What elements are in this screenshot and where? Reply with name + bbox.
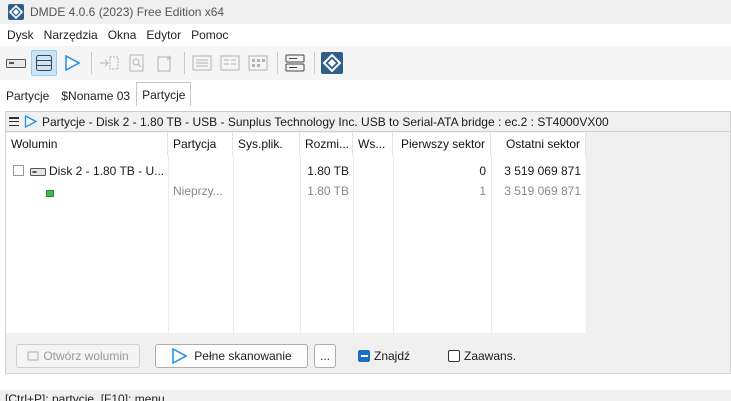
open-volume-icon bbox=[27, 351, 39, 361]
full-scan-label: Pełne skanowanie bbox=[194, 349, 292, 363]
play-icon bbox=[65, 55, 80, 71]
row-partycja: Nieprzy... bbox=[173, 184, 223, 198]
partitions-button[interactable] bbox=[31, 50, 57, 76]
dmde-app-icon bbox=[8, 4, 24, 20]
tab-partycje-active[interactable]: Partycje bbox=[136, 82, 192, 106]
col-header-partycja[interactable]: Partycja bbox=[168, 133, 233, 155]
find-checkbox[interactable]: Znajdź bbox=[358, 349, 410, 363]
view-icons-button[interactable] bbox=[245, 50, 271, 76]
panel-header: Partycje - Disk 2 - 1.80 TB - USB - Sunp… bbox=[6, 112, 730, 132]
list-view-icon bbox=[220, 55, 240, 71]
menu-dysk[interactable]: Dysk bbox=[2, 28, 39, 42]
row-rozmiar: 1.80 TB bbox=[307, 184, 349, 198]
dmde-logo-icon bbox=[321, 52, 343, 74]
col-header-ws[interactable]: Ws... bbox=[353, 133, 393, 155]
col-divider bbox=[168, 155, 169, 333]
col-header-wolumin[interactable]: Wolumin bbox=[6, 133, 168, 155]
col-header-sysplik[interactable]: Sys.plik. bbox=[233, 133, 300, 155]
row-wolumin: Disk 2 - 1.80 TB - U... bbox=[49, 164, 165, 178]
toolbar-separator bbox=[91, 52, 92, 74]
col-divider bbox=[233, 155, 234, 333]
new-document-icon bbox=[157, 55, 172, 72]
find-checkbox-label: Znajdź bbox=[374, 349, 411, 363]
icons-view-icon bbox=[248, 55, 268, 71]
partitions-icon bbox=[36, 55, 52, 71]
advanced-checkbox-label: Zaawans. bbox=[464, 349, 517, 363]
full-scan-button[interactable]: Pełne skanowanie bbox=[155, 344, 308, 368]
col-header-rozmiar[interactable]: Rozmi... bbox=[300, 133, 353, 155]
select-drive-button[interactable] bbox=[3, 50, 29, 76]
menu-edytor[interactable]: Edytor bbox=[141, 28, 186, 42]
disk-icon bbox=[30, 168, 46, 176]
bottom-action-bar: Otwórz wolumin Pełne skanowanie ... Znaj… bbox=[6, 333, 730, 373]
partition-icon bbox=[46, 190, 54, 197]
row-rozmiar: 1.80 TB bbox=[307, 164, 349, 178]
open-volume-label: Otwórz wolumin bbox=[43, 349, 129, 363]
status-text: [Ctrl+P]: partycje, [F10]: menu bbox=[5, 392, 165, 401]
play-icon bbox=[24, 115, 37, 128]
hamburger-menu-icon[interactable] bbox=[9, 117, 19, 126]
row-ostatni-sektor: 3 519 069 871 bbox=[504, 164, 581, 178]
panel-title: Partycje - Disk 2 - 1.80 TB - USB - Sunp… bbox=[42, 114, 609, 129]
view-list-button[interactable] bbox=[217, 50, 243, 76]
find-checkbox-box[interactable] bbox=[358, 350, 370, 362]
drive-icon bbox=[6, 59, 26, 68]
row-checkbox[interactable] bbox=[13, 165, 24, 176]
toolbar-separator bbox=[184, 52, 185, 74]
menu-bar: Dysk Narzędzia Okna Edytor Pomoc bbox=[0, 24, 731, 46]
advanced-checkbox[interactable]: Zaawans. bbox=[448, 349, 516, 363]
view-details-button[interactable] bbox=[189, 50, 215, 76]
row-ostatni-sektor: 3 519 069 871 bbox=[504, 184, 581, 198]
goto-icon bbox=[100, 56, 119, 70]
partitions-panel: Partycje - Disk 2 - 1.80 TB - USB - Sunp… bbox=[5, 111, 731, 374]
toolbar-separator bbox=[277, 52, 278, 74]
status-bar: [Ctrl+P]: partycje, [F10]: menu bbox=[0, 390, 731, 401]
menu-pomoc[interactable]: Pomoc bbox=[186, 28, 233, 42]
title-bar: DMDE 4.0.6 (2023) Free Edition x64 bbox=[0, 0, 731, 24]
tab-bar: Partycje $Noname 03 Partycje bbox=[0, 82, 731, 106]
col-header-pierwszy-sektor[interactable]: Pierwszy sektor bbox=[393, 133, 491, 155]
details-view-icon bbox=[192, 55, 212, 71]
col-header-ostatni-sektor[interactable]: Ostatni sektor bbox=[491, 133, 586, 155]
advanced-checkbox-box[interactable] bbox=[448, 350, 460, 362]
toolbar bbox=[0, 46, 731, 80]
toolbar-separator bbox=[314, 52, 315, 74]
play-icon bbox=[172, 348, 188, 364]
new-file-button[interactable] bbox=[152, 50, 178, 76]
menu-okna[interactable]: Okna bbox=[103, 28, 142, 42]
goto-button[interactable] bbox=[96, 50, 122, 76]
row-pierwszy-sektor: 1 bbox=[479, 184, 486, 198]
window-title: DMDE 4.0.6 (2023) Free Edition x64 bbox=[30, 5, 225, 19]
menu-narzedzia[interactable]: Narzędzia bbox=[39, 28, 103, 42]
tab-partycje-1[interactable]: Partycje bbox=[0, 84, 55, 106]
col-divider bbox=[586, 155, 587, 333]
row-pierwszy-sektor: 0 bbox=[479, 164, 486, 178]
panels-icon bbox=[285, 54, 305, 72]
search-doc-icon bbox=[129, 54, 144, 72]
col-divider bbox=[353, 155, 354, 333]
tab-noname-03[interactable]: $Noname 03 bbox=[55, 84, 136, 106]
panels-button[interactable] bbox=[282, 50, 308, 76]
search-button[interactable] bbox=[124, 50, 150, 76]
partitions-table: Wolumin Partycja Sys.plik. Rozmi... Ws..… bbox=[6, 133, 587, 333]
open-volume-button[interactable]: Otwórz wolumin bbox=[16, 344, 140, 368]
play-button[interactable] bbox=[59, 50, 85, 76]
more-options-button[interactable]: ... bbox=[314, 344, 336, 368]
dmde-logo-button[interactable] bbox=[319, 50, 345, 76]
